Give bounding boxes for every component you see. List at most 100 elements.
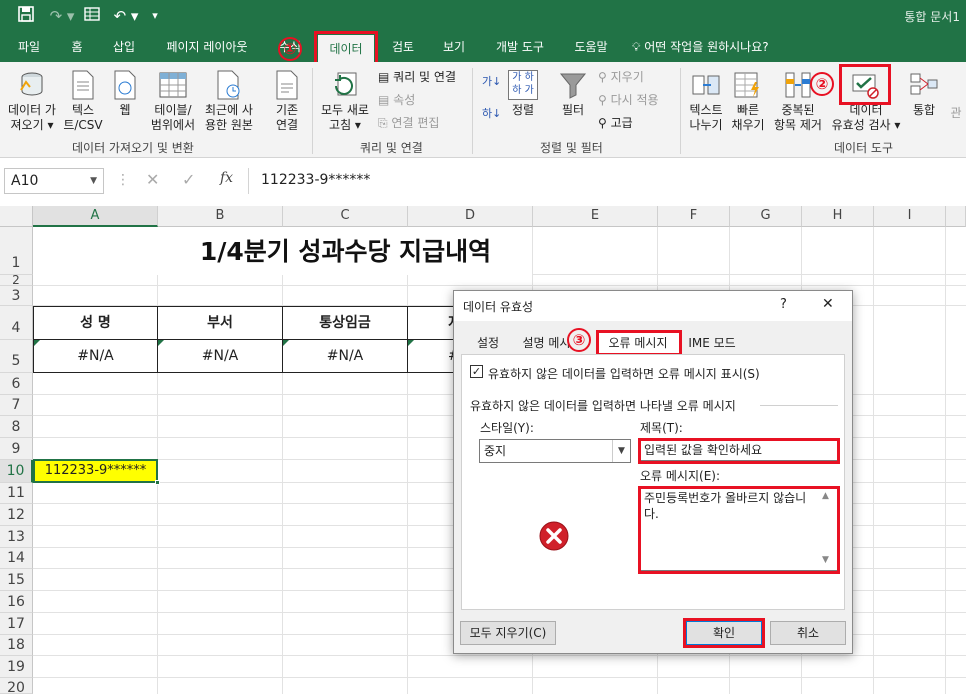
row-header-1[interactable]: 1 xyxy=(0,227,33,275)
row-header-10[interactable]: 10 xyxy=(0,460,33,483)
group-separator xyxy=(472,68,473,154)
filter-button[interactable]: 필터 xyxy=(556,70,590,118)
tab-error-alert[interactable]: 오류 메시지 xyxy=(596,331,680,355)
scroll-up-icon[interactable]: ▲ xyxy=(822,491,829,501)
header-dept[interactable]: 부서 xyxy=(157,306,283,340)
tab-developer[interactable]: 개발 도구 xyxy=(488,33,552,62)
column-header-a[interactable]: A xyxy=(33,206,158,227)
from-table-button[interactable]: 테이블/ 범위에서 xyxy=(148,70,198,133)
row-header-12[interactable]: 12 xyxy=(0,504,33,526)
cancel-button[interactable]: 취소 xyxy=(770,621,846,645)
insert-function-icon[interactable]: fx xyxy=(220,170,233,186)
edit-links-button[interactable]: ⎘ 연결 편집 xyxy=(378,115,439,131)
chevron-down-icon[interactable]: ▼ xyxy=(612,440,630,462)
flash-fill-button[interactable]: 빠른 채우기 xyxy=(728,70,768,133)
ok-button[interactable]: 확인 xyxy=(686,621,762,645)
queries-connections-button[interactable]: ▤ 쿼리 및 연결 xyxy=(378,69,456,85)
customize-qat-icon[interactable]: ▾ xyxy=(148,6,162,26)
error-message-textarea[interactable]: 주민등록번호가 올바르지 않습니다. xyxy=(640,487,838,571)
save-icon[interactable] xyxy=(16,6,36,26)
enter-icon[interactable]: ✓ xyxy=(182,170,195,189)
column-header-e[interactable]: E xyxy=(533,206,658,227)
existing-connections-button[interactable]: 기존 연결 xyxy=(266,70,308,133)
select-all-corner[interactable] xyxy=(0,206,33,227)
column-header-h[interactable]: H xyxy=(802,206,874,227)
tab-file[interactable]: 파일 xyxy=(8,33,50,62)
help-button[interactable]: ? xyxy=(780,297,787,312)
text-csv-button[interactable]: 텍스 트/CSV xyxy=(62,70,104,133)
show-error-checkbox[interactable]: ✓ xyxy=(470,365,483,378)
data-validation-button[interactable]: 데이터 유효성 검사 ▾ xyxy=(828,70,904,133)
style-select[interactable]: 중지 ▼ xyxy=(479,439,631,463)
row-header-14[interactable]: 14 xyxy=(0,548,33,569)
refresh-all-button[interactable]: 모두 새로 고침 ▾ xyxy=(316,70,374,133)
fill-handle[interactable] xyxy=(155,480,160,485)
tab-home[interactable]: 홈 xyxy=(62,33,92,62)
tab-ime-mode[interactable]: IME 모드 xyxy=(682,333,742,353)
text-to-columns-button[interactable]: 텍스트 나누기 xyxy=(684,70,728,133)
cell-a10-selected[interactable]: 112233-9****** xyxy=(33,459,158,483)
row-header-4[interactable]: 4 xyxy=(0,306,33,340)
column-header-b[interactable]: B xyxy=(158,206,283,227)
tab-insert[interactable]: 삽입 xyxy=(102,33,146,62)
redo-icon[interactable]: ↷ ▾ xyxy=(46,6,78,26)
reapply-button[interactable]: ⚲ 다시 적용 xyxy=(598,92,659,108)
sort-descending-button[interactable]: 하↓ xyxy=(482,106,501,122)
row-header-17[interactable]: 17 xyxy=(0,613,33,635)
column-header-j[interactable] xyxy=(946,206,966,227)
cell-b5[interactable]: #N/A xyxy=(157,339,283,373)
row-header-11[interactable]: 11 xyxy=(0,483,33,504)
web-button[interactable]: 웹 xyxy=(108,70,142,118)
row-header-8[interactable]: 8 xyxy=(0,416,33,438)
column-header-g[interactable]: G xyxy=(730,206,802,227)
tab-data[interactable]: 데이터 xyxy=(318,35,374,62)
row-header-19[interactable]: 19 xyxy=(0,656,33,678)
row-header-3[interactable]: 3 xyxy=(0,286,33,306)
recent-sources-button[interactable]: 최근에 사 용한 원본 xyxy=(200,70,258,133)
column-header-c[interactable]: C xyxy=(283,206,408,227)
cell-a5[interactable]: #N/A xyxy=(33,339,158,373)
consolidate-button[interactable]: 통합 xyxy=(906,70,942,118)
clear-all-button[interactable]: 모두 지우기(C) xyxy=(460,621,556,645)
advanced-filter-label: 고급 xyxy=(610,116,633,130)
row-header-16[interactable]: 16 xyxy=(0,591,33,613)
column-header-f[interactable]: F xyxy=(658,206,730,227)
row-header-20[interactable]: 20 xyxy=(0,678,33,696)
clear-filter-button[interactable]: ⚲ 지우기 xyxy=(598,69,644,85)
clear-filter-icon: ⚲ xyxy=(598,70,611,84)
chevron-down-icon[interactable]: ▼ xyxy=(90,169,97,193)
tab-settings[interactable]: 설정 xyxy=(468,333,508,353)
formula-input[interactable]: 112233-9****** xyxy=(248,168,966,194)
scroll-down-icon[interactable]: ▼ xyxy=(822,555,829,565)
cancel-icon[interactable]: ✕ xyxy=(146,170,159,189)
tab-review[interactable]: 검토 xyxy=(386,33,420,62)
column-header-d[interactable]: D xyxy=(408,206,533,227)
get-data-button[interactable]: 데이터 가 져오기 ▾ xyxy=(4,70,60,133)
sort-ascending-button[interactable]: 가↓ xyxy=(482,74,501,90)
name-box[interactable]: A10 ▼ xyxy=(4,168,104,194)
tab-view[interactable]: 보기 xyxy=(434,33,474,62)
undo-icon[interactable]: ↶ ▾ xyxy=(110,6,142,26)
row-header-7[interactable]: 7 xyxy=(0,395,33,416)
row-header-5[interactable]: 5 xyxy=(0,340,33,373)
form-icon[interactable] xyxy=(82,6,102,26)
row-header-6[interactable]: 6 xyxy=(0,373,33,395)
row-header-13[interactable]: 13 xyxy=(0,526,33,548)
header-wage[interactable]: 통상임금 xyxy=(282,306,408,340)
row-header-18[interactable]: 18 xyxy=(0,635,33,656)
relationships-button[interactable]: 관 xyxy=(948,106,964,121)
close-button[interactable]: ✕ xyxy=(822,296,834,312)
tell-me-search[interactable]: 💡︎ 어떤 작업을 원하시나요? xyxy=(632,33,792,62)
title-input[interactable]: 입력된 값을 확인하세요 xyxy=(640,439,838,461)
header-name[interactable]: 성 명 xyxy=(33,306,158,340)
sort-button[interactable]: 가 하하 가 정렬 xyxy=(506,70,540,118)
advanced-filter-button[interactable]: ⚲ 고급 xyxy=(598,115,633,131)
cell-c5[interactable]: #N/A xyxy=(282,339,408,373)
tab-page-layout[interactable]: 페이지 레이아웃 xyxy=(155,33,259,62)
tab-help[interactable]: 도움말 xyxy=(564,33,618,62)
row-header-2[interactable]: 2 xyxy=(0,274,33,286)
column-header-i[interactable]: I xyxy=(874,206,946,227)
row-header-15[interactable]: 15 xyxy=(0,569,33,591)
row-header-9[interactable]: 9 xyxy=(0,438,33,460)
properties-button[interactable]: ▤ 속성 xyxy=(378,92,415,108)
